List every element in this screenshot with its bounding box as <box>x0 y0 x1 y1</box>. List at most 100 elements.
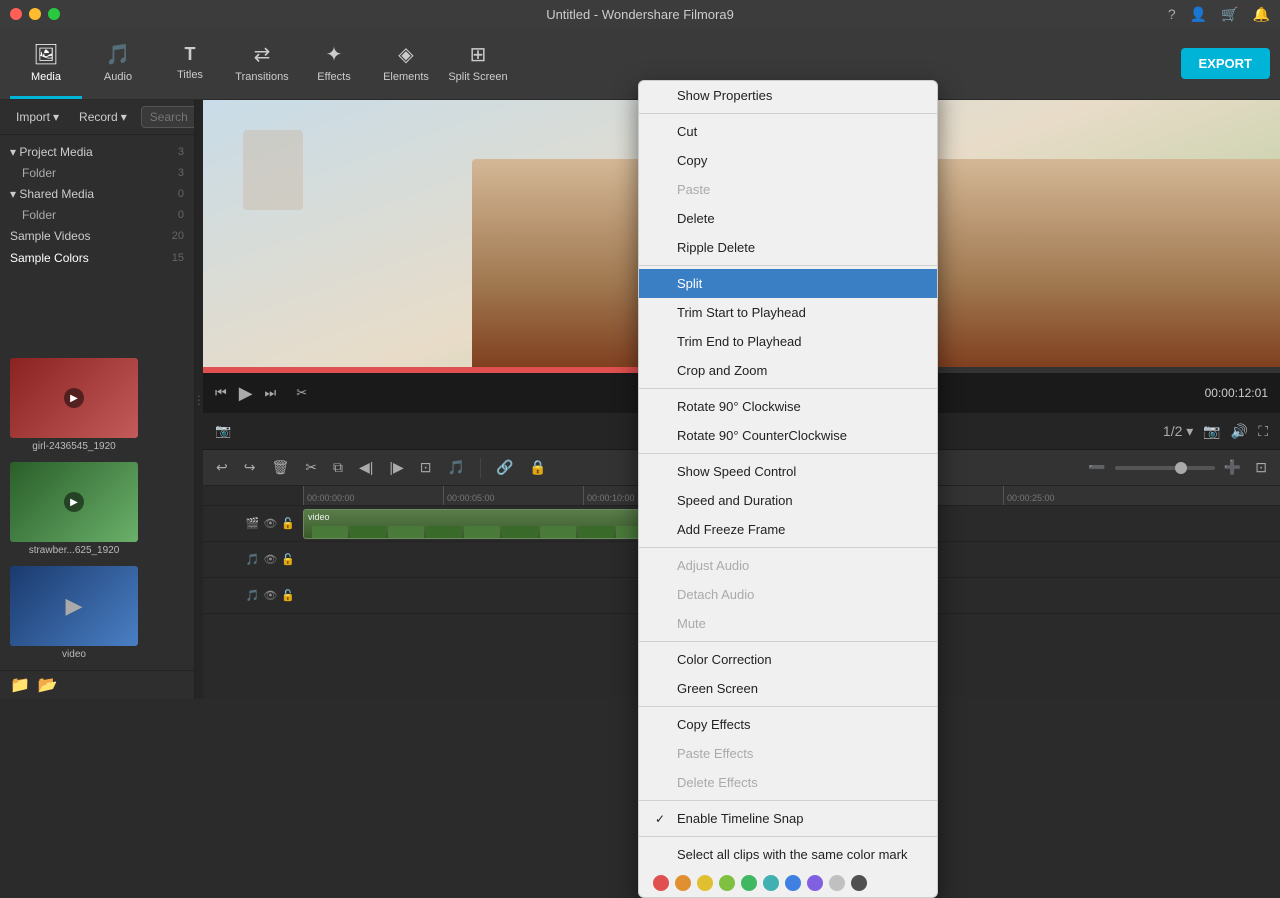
ctx-copy[interactable]: Copy <box>639 146 937 175</box>
store-icon[interactable]: 🛒 <box>1221 6 1238 23</box>
context-menu: Show Properties Cut Copy Paste Delete Ri… <box>638 80 938 898</box>
fit-timeline-button[interactable]: ⊡ <box>1250 456 1272 479</box>
project-media-section[interactable]: ▾ Project Media 3 <box>0 141 194 163</box>
import-button[interactable]: Import ▾ <box>10 106 65 128</box>
new-folder-icon[interactable]: 📁 <box>10 675 30 695</box>
fullscreen-icon[interactable]: ⛶ <box>1258 423 1268 440</box>
ctx-split[interactable]: Split <box>639 269 937 298</box>
undo-button[interactable]: ↩ <box>211 456 233 479</box>
snapshot-icon[interactable]: 📷 <box>1203 423 1220 440</box>
audio-icon: 🎵 <box>106 42 131 67</box>
ctx-cut[interactable]: Cut <box>639 117 937 146</box>
shared-folder-count: 0 <box>178 209 184 221</box>
track-eye-icon2[interactable]: 👁 <box>263 553 277 566</box>
export-button[interactable]: EXPORT <box>1181 48 1270 79</box>
ctx-ripple-delete[interactable]: Ripple Delete <box>639 233 937 262</box>
ctx-color-correction[interactable]: Color Correction <box>639 645 937 674</box>
ctx-sep-7 <box>639 706 937 707</box>
fullscreen-button[interactable] <box>48 8 60 20</box>
color-dot-gray[interactable] <box>829 875 845 891</box>
ctx-crop-zoom[interactable]: Crop and Zoom <box>639 356 937 385</box>
cut-icon[interactable]: ✂ <box>296 385 307 401</box>
color-dot-teal[interactable] <box>763 875 779 891</box>
import-file-icon[interactable]: 📂 <box>38 675 58 695</box>
ctx-select-same-color[interactable]: Select all clips with the same color mar… <box>639 840 937 869</box>
help-icon[interactable]: ? <box>1168 6 1176 23</box>
sample-colors-section[interactable]: Sample Colors 15 <box>0 247 194 269</box>
ctx-delete[interactable]: Delete <box>639 204 937 233</box>
camera-icon[interactable]: 📷 <box>215 423 231 439</box>
list-item[interactable]: ▶ strawber...625_1920 <box>10 462 138 556</box>
color-dot-yellow[interactable] <box>697 875 713 891</box>
audio-button[interactable]: 🎵 <box>443 456 470 479</box>
zoom-out-button[interactable]: ➖ <box>1083 456 1110 479</box>
zoom-slider[interactable] <box>1115 466 1215 470</box>
ctx-rotate-ccw[interactable]: Rotate 90° CounterClockwise <box>639 421 937 450</box>
play-button[interactable]: ▶ <box>239 383 253 404</box>
ctx-mute-label: Mute <box>677 616 706 631</box>
tab-media[interactable]: 🖼 Media <box>10 29 82 99</box>
list-item[interactable]: ▶ girl-2436545_1920 <box>10 358 138 452</box>
color-dot-red[interactable] <box>653 875 669 891</box>
tab-transitions[interactable]: ⇄ Transitions <box>226 29 298 99</box>
lock-button[interactable]: 🔒 <box>524 456 551 479</box>
ratio-selector[interactable]: 1/2 ▾ <box>1163 423 1193 440</box>
color-dot-lime[interactable] <box>719 875 735 891</box>
track-eye-icon[interactable]: 👁 <box>263 517 277 530</box>
track-lock-icon2[interactable]: 🔓 <box>281 553 295 566</box>
project-media-folder[interactable]: Folder 3 <box>0 163 194 183</box>
ctx-freeze-frame[interactable]: Add Freeze Frame <box>639 515 937 544</box>
ctx-trim-start[interactable]: Trim Start to Playhead <box>639 298 937 327</box>
ctx-rotate-cw[interactable]: Rotate 90° Clockwise <box>639 392 937 421</box>
redo-button[interactable]: ↪ <box>239 456 261 479</box>
crop-button[interactable]: ⊡ <box>415 456 437 479</box>
account-icon[interactable]: 👤 <box>1190 6 1207 23</box>
ctx-enable-snap[interactable]: ✓ Enable Timeline Snap <box>639 804 937 833</box>
track-lock-icon3[interactable]: 🔓 <box>281 589 295 602</box>
tab-effects[interactable]: ✦ Effects <box>298 29 370 99</box>
shared-media-section[interactable]: ▾ Shared Media 0 <box>0 183 194 205</box>
delete-button[interactable]: 🗑 <box>266 456 294 479</box>
traffic-lights <box>10 8 60 20</box>
ctx-speed-control[interactable]: Show Speed Control <box>639 457 937 486</box>
ctx-trim-end[interactable]: Trim End to Playhead <box>639 327 937 356</box>
tab-splitscreen[interactable]: ⊞ Split Screen <box>442 29 514 99</box>
clip-frame <box>464 526 500 539</box>
track-lock-icon[interactable]: 🔓 <box>281 517 295 530</box>
next-frame-icon[interactable]: ⏭ <box>265 385 277 401</box>
prev-cut-button[interactable]: ◀| <box>354 456 378 479</box>
tab-audio[interactable]: 🎵 Audio <box>82 29 154 99</box>
record-button[interactable]: Record ▾ <box>73 106 133 128</box>
ctx-copy-effects[interactable]: Copy Effects <box>639 710 937 739</box>
ctx-speed-duration[interactable]: Speed and Duration <box>639 486 937 515</box>
ctx-rotate-cw-label: Rotate 90° Clockwise <box>677 399 801 414</box>
sample-videos-section[interactable]: Sample Videos 20 <box>0 225 194 247</box>
next-cut-button[interactable]: |▶ <box>384 456 408 479</box>
list-item[interactable]: ▶ video <box>10 566 138 660</box>
search-input[interactable] <box>141 106 195 128</box>
zoom-in-button[interactable]: ➕ <box>1219 456 1246 479</box>
track-eye-icon3[interactable]: 👁 <box>263 589 277 602</box>
panel-resize-handle[interactable] <box>195 100 203 699</box>
chain-button[interactable]: 🔗 <box>491 456 518 479</box>
color-dot-dark[interactable] <box>851 875 867 891</box>
record-label: Record <box>79 110 118 124</box>
ctx-show-properties[interactable]: Show Properties <box>639 81 937 110</box>
tab-titles[interactable]: T Titles <box>154 29 226 99</box>
color-dot-orange[interactable] <box>675 875 691 891</box>
minimize-button[interactable] <box>29 8 41 20</box>
cut-button[interactable]: ✂ <box>300 456 322 479</box>
ctx-cut-label: Cut <box>677 124 697 139</box>
close-button[interactable] <box>10 8 22 20</box>
color-dot-blue[interactable] <box>785 875 801 891</box>
shared-media-folder[interactable]: Folder 0 <box>0 205 194 225</box>
split-button[interactable]: ⧉ <box>328 456 348 479</box>
ctx-sep-5 <box>639 547 937 548</box>
color-dot-green[interactable] <box>741 875 757 891</box>
prev-frame-icon[interactable]: ⏮ <box>215 385 227 401</box>
ctx-crop-zoom-label: Crop and Zoom <box>677 363 767 378</box>
notification-icon[interactable]: 🔔 <box>1253 6 1270 23</box>
color-dot-purple[interactable] <box>807 875 823 891</box>
tab-elements[interactable]: ◈ Elements <box>370 29 442 99</box>
volume-icon[interactable]: 🔊 <box>1231 423 1248 440</box>
